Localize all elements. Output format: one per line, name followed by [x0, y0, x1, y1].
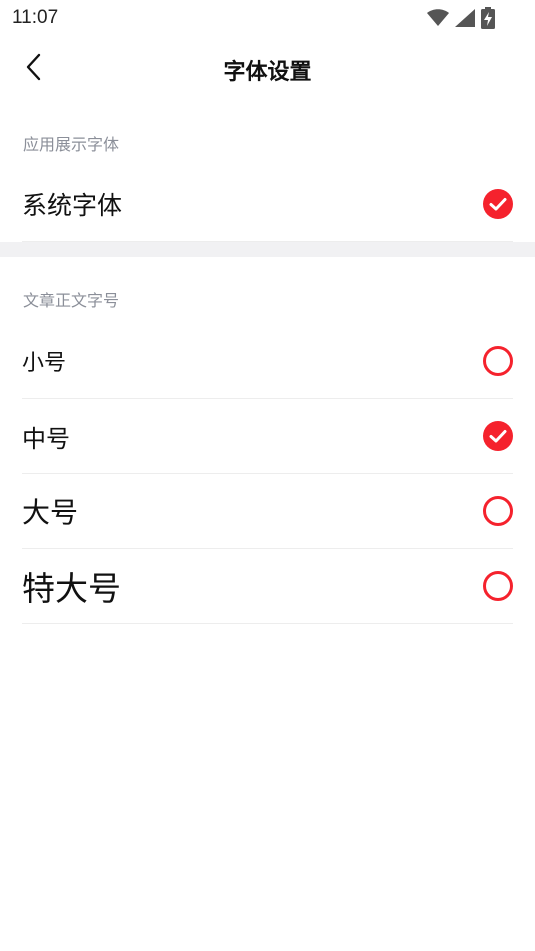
- option-large[interactable]: 大号: [22, 474, 513, 549]
- option-label: 系统字体: [22, 191, 123, 220]
- option-label: 小号: [22, 351, 67, 376]
- section-label-article-font-size: 文章正文字号: [23, 291, 120, 310]
- option-label: 中号: [22, 424, 70, 453]
- nav-bar: 字体设置: [0, 36, 535, 102]
- option-small[interactable]: 小号: [22, 324, 513, 399]
- section-label-app-font: 应用展示字体: [23, 135, 120, 154]
- status-icons: [427, 7, 495, 29]
- radio-unchecked-icon: [483, 571, 513, 601]
- page-title: 字体设置: [223, 60, 312, 85]
- section-divider: [0, 242, 535, 257]
- status-time: 11:07: [12, 7, 59, 28]
- radio-unchecked-icon: [483, 346, 513, 376]
- option-label: 大号: [22, 496, 79, 529]
- option-label: 特大号: [22, 569, 121, 608]
- option-medium[interactable]: 中号: [22, 399, 513, 474]
- option-extra-large[interactable]: 特大号: [22, 549, 513, 624]
- wifi-icon: [427, 9, 449, 27]
- signal-icon: [455, 9, 475, 27]
- radio-unchecked-icon: [483, 496, 513, 526]
- checked-circle-icon: [483, 189, 513, 219]
- battery-charging-icon: [481, 7, 495, 29]
- checked-circle-icon: [483, 421, 513, 451]
- status-bar: 11:07: [0, 0, 535, 36]
- option-system-font[interactable]: 系统字体: [22, 167, 513, 242]
